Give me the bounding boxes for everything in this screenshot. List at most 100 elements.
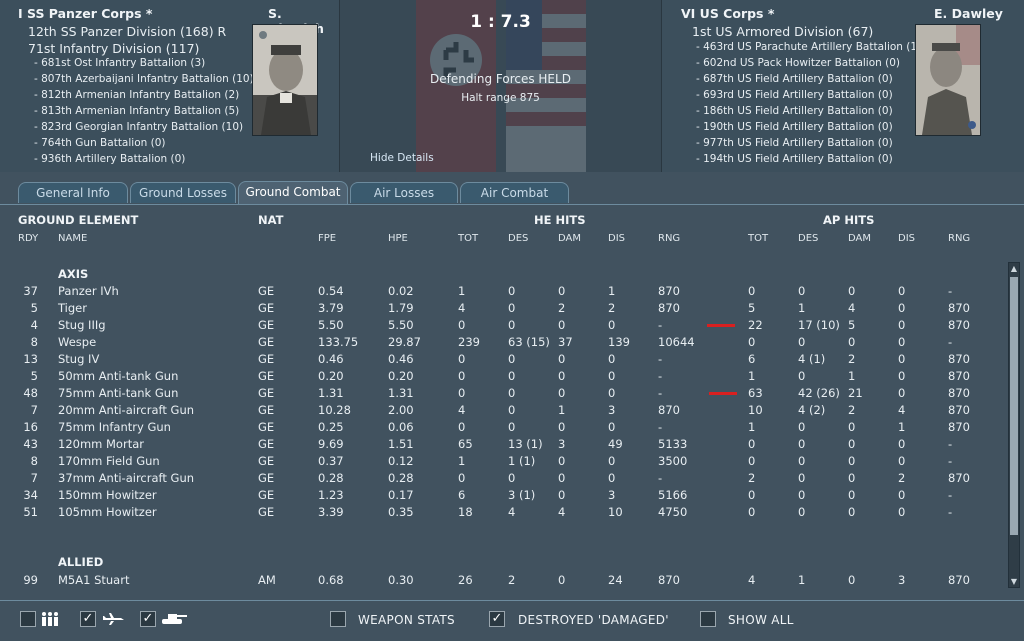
col-ap-rng[interactable]: RNG xyxy=(948,233,970,244)
cell-ap-des: 0 xyxy=(798,454,806,468)
allied-unit-line[interactable]: - 602nd US Pack Howitzer Battalion (0) xyxy=(696,57,900,69)
cell-he-dam: 3 xyxy=(558,437,566,451)
cell-fpe: 0.20 xyxy=(318,369,344,383)
axis-division-line[interactable]: 12th SS Panzer Division (168) R xyxy=(28,24,226,39)
cell-ap-rng: - xyxy=(948,505,953,519)
allied-unit-line[interactable]: - 463rd US Parachute Artillery Battalion… xyxy=(696,41,921,53)
cell-he-dam: 4 xyxy=(558,505,566,519)
tank-filter-checkbox[interactable]: ✓ xyxy=(140,611,156,627)
show-all-label[interactable]: SHOW ALL xyxy=(728,613,794,627)
cell-rdy: 16 xyxy=(23,420,38,434)
cell-ap-tot: 2 xyxy=(748,471,756,485)
col-he-dam[interactable]: DAM xyxy=(558,233,581,244)
cell-ap-des: 1 xyxy=(798,301,806,315)
halt-range: Halt range 875 xyxy=(461,92,540,104)
allied-unit-line[interactable]: - 186th US Field Artillery Battalion (0) xyxy=(696,105,893,117)
col-name[interactable]: NAME xyxy=(58,233,87,244)
cell-hpe: 1.79 xyxy=(388,301,414,315)
axis-unit-line[interactable]: - 823rd Georgian Infantry Battalion (10) xyxy=(34,121,243,133)
axis-division-line[interactable]: 71st Infantry Division (117) xyxy=(28,41,199,56)
cell-he-dam: 0 xyxy=(558,471,566,485)
allied-unit-line[interactable]: - 977th US Field Artillery Battalion (0) xyxy=(696,137,893,149)
cell-ap-des: 0 xyxy=(798,437,806,451)
scroll-up-icon[interactable]: ▲ xyxy=(1010,264,1018,273)
cell-ap-rng: - xyxy=(948,488,953,502)
cell-ap-rng: 870 xyxy=(948,471,970,485)
cell-ap-rng: 870 xyxy=(948,352,970,366)
allied-side-panel: VI US Corps * E. Dawley 1st US Armored D… xyxy=(661,0,1024,172)
cell-he-des: 0 xyxy=(508,352,516,366)
tab-ground-combat[interactable]: Ground Combat xyxy=(238,181,348,204)
cell-fpe: 0.28 xyxy=(318,471,344,485)
cell-he-rng: - xyxy=(658,471,663,485)
destroyed-damaged-checkbox[interactable]: ✓ xyxy=(489,611,505,627)
table-scrollbar[interactable]: ▲ ▼ xyxy=(1008,262,1020,588)
tab-ground-losses[interactable]: Ground Losses xyxy=(130,182,236,203)
scroll-thumb[interactable] xyxy=(1010,277,1018,535)
cell-fpe: 0.54 xyxy=(318,284,344,298)
cell-ap-rng: 870 xyxy=(948,318,970,332)
weapon-stats-checkbox[interactable] xyxy=(330,611,346,627)
cell-hpe: 0.46 xyxy=(388,352,414,366)
cell-nat: GE xyxy=(258,454,275,468)
col-ap-tot[interactable]: TOT xyxy=(748,233,768,244)
axis-unit-line[interactable]: - 681st Ost Infantry Battalion (3) xyxy=(34,57,205,69)
cell-ap-des: 4 (1) xyxy=(798,352,826,366)
cell-rdy: 48 xyxy=(23,386,38,400)
weapon-stats-label[interactable]: WEAPON STATS xyxy=(358,613,455,627)
col-he-des[interactable]: DES xyxy=(508,233,528,244)
allied-unit-line[interactable]: - 190th US Field Artillery Battalion (0) xyxy=(696,121,893,133)
tab-general-info[interactable]: General Info xyxy=(18,182,128,203)
col-fpe[interactable]: FPE xyxy=(318,233,336,244)
tab-air-combat[interactable]: Air Combat xyxy=(460,182,569,203)
col-hpe[interactable]: HPE xyxy=(388,233,408,244)
cell-name: 120mm Mortar xyxy=(58,437,144,451)
scroll-down-icon[interactable]: ▼ xyxy=(1010,577,1018,586)
show-all-checkbox[interactable] xyxy=(700,611,716,627)
allied-unit-line[interactable]: - 693rd US Field Artillery Battalion (0) xyxy=(696,89,893,101)
he-hits-header: HE HITS xyxy=(534,213,586,227)
infantry-filter-checkbox[interactable] xyxy=(20,611,36,627)
cell-he-tot: 1 xyxy=(458,454,466,468)
cell-ap-dis: 4 xyxy=(898,403,906,417)
axis-unit-line[interactable]: - 807th Azerbaijani Infantry Battalion (… xyxy=(34,73,254,85)
cell-hpe: 1.31 xyxy=(388,386,414,400)
cell-he-dam: 0 xyxy=(558,573,566,587)
cell-ap-rng: 870 xyxy=(948,369,970,383)
cell-he-dam: 0 xyxy=(558,369,566,383)
col-he-tot[interactable]: TOT xyxy=(458,233,478,244)
axis-unit-line[interactable]: - 764th Gun Battalion (0) xyxy=(34,137,166,149)
destroyed-damaged-label[interactable]: DESTROYED 'DAMAGED' xyxy=(518,613,669,627)
cell-he-rng: 870 xyxy=(658,573,680,587)
allied-corps-name[interactable]: VI US Corps * xyxy=(681,6,774,21)
col-ap-dam[interactable]: DAM xyxy=(848,233,871,244)
cell-ap-des: 0 xyxy=(798,505,806,519)
tab-air-losses[interactable]: Air Losses xyxy=(350,182,458,203)
allied-unit-line[interactable]: - 194th US Field Artillery Battalion (0) xyxy=(696,153,893,165)
cell-rdy: 13 xyxy=(23,352,38,366)
cell-ap-rng: - xyxy=(948,335,953,349)
cell-ap-tot: 0 xyxy=(748,437,756,451)
cell-ap-des: 0 xyxy=(798,369,806,383)
axis-unit-line[interactable]: - 812th Armenian Infantry Battalion (2) xyxy=(34,89,239,101)
allied-division-line[interactable]: 1st US Armored Division (67) xyxy=(692,24,873,39)
col-rdy[interactable]: RDY xyxy=(18,233,38,244)
cell-ap-dis: 0 xyxy=(898,335,906,349)
hide-details-link[interactable]: Hide Details xyxy=(370,152,434,164)
cell-he-rng: - xyxy=(658,420,663,434)
axis-corps-name[interactable]: I SS Panzer Corps * xyxy=(18,6,152,21)
axis-unit-line[interactable]: - 936th Artillery Battalion (0) xyxy=(34,153,185,165)
col-ap-dis[interactable]: DIS xyxy=(898,233,915,244)
col-ap-des[interactable]: DES xyxy=(798,233,818,244)
cell-hpe: 5.50 xyxy=(388,318,414,332)
axis-unit-line[interactable]: - 813th Armenian Infantry Battalion (5) xyxy=(34,105,239,117)
aircraft-filter-checkbox[interactable]: ✓ xyxy=(80,611,96,627)
cell-he-des: 0 xyxy=(508,318,516,332)
col-he-dis[interactable]: DIS xyxy=(608,233,625,244)
cell-he-des: 0 xyxy=(508,386,516,400)
cell-ap-dis: 2 xyxy=(898,471,906,485)
cell-he-rng: - xyxy=(658,386,663,400)
col-he-rng[interactable]: RNG xyxy=(658,233,680,244)
cell-nat: GE xyxy=(258,335,275,349)
allied-unit-line[interactable]: - 687th US Field Artillery Battalion (0) xyxy=(696,73,893,85)
